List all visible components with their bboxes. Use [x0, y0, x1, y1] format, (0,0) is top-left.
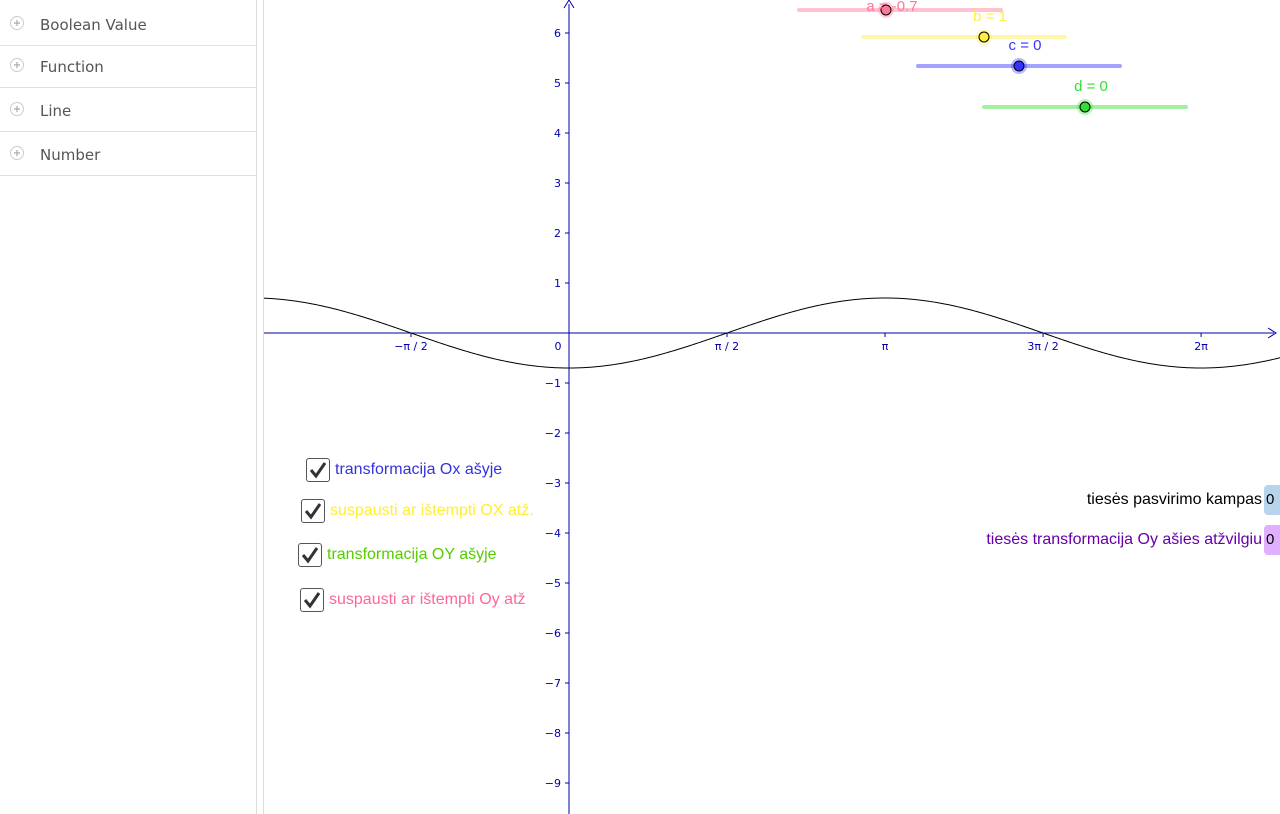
expand-plus-icon[interactable] [10, 58, 24, 72]
x-tick-label: 3π / 2 [1027, 340, 1058, 353]
input-pasvirimo-kampas: tiesės pasvirimo kampas 0 [1087, 485, 1280, 515]
slider-a[interactable]: a = -0.7 [797, 0, 1003, 18]
checkmark-icon [301, 547, 319, 564]
algebra-item-line[interactable]: Line [0, 88, 256, 132]
y-tick-label: −3 [545, 477, 561, 490]
y-tick-label: −5 [545, 577, 561, 590]
algebra-item-label: Function [40, 58, 104, 76]
y-tick-label: 1 [554, 277, 561, 290]
y-tick-label: −1 [545, 377, 561, 390]
input-label: tiesės pasvirimo kampas [1086, 491, 1262, 508]
checkmark-icon [309, 462, 327, 479]
checkbox-label: suspausti ar ištempti Oy atž [329, 591, 526, 608]
y-tick-label: 3 [554, 177, 561, 190]
slider-c[interactable]: c = 0 [916, 37, 1122, 74]
expand-plus-icon[interactable] [10, 16, 24, 30]
y-tick-label: 4 [554, 127, 561, 140]
y-tick-label: 5 [554, 77, 561, 90]
algebra-item-number[interactable]: Number [0, 132, 256, 176]
x-tick-label: −π / 2 [394, 340, 428, 353]
slider-label: d = 0 [1074, 78, 1108, 95]
sliders: a = -0.7 b = 1c = 0 d = 0 [797, 0, 1188, 115]
y-tick-label: −7 [545, 677, 561, 690]
view-divider-handle[interactable] [256, 0, 264, 814]
checkbox-transformacija-oy[interactable]: transformacija OY ašyje [298, 543, 497, 567]
checkbox-label: transformacija OY ašyje [327, 546, 497, 563]
input-label: tiesės transformacija Oy ašies atžvilgiu [986, 531, 1262, 548]
algebra-item-label: Number [40, 146, 101, 164]
checkbox-suspausti-oy[interactable]: suspausti ar ištempti Oy atž [300, 588, 526, 612]
algebra-sidebar: Boolean Value Function Line Number [0, 0, 256, 814]
graphics-view[interactable]: −3π / 2−π−π / 20π / 2π3π / 22π5π / 23π7π… [264, 0, 1280, 814]
slider-d[interactable]: d = 0 [982, 78, 1188, 115]
checkbox-suspausti-ox[interactable]: suspausti ar ištempti OX atž. [301, 499, 534, 523]
x-ticks: −3π / 2−π−π / 20π / 2π3π / 22π5π / 23π7π… [394, 333, 1208, 353]
y-tick-label: −2 [545, 427, 561, 440]
slider-label: c = 0 [1009, 37, 1042, 54]
x-tick-label: π [882, 340, 889, 353]
slider-label: a = -0.7 [866, 0, 917, 15]
checkbox-label: suspausti ar ištempti OX atž. [330, 502, 534, 519]
y-ticks: 6 5 4 3 2 1 −1 −2 −3 −4 −5 −6 −7 −8 −9 [545, 27, 569, 790]
algebra-item-label: Boolean Value [40, 16, 147, 34]
graph-canvas[interactable]: −3π / 2−π−π / 20π / 2π3π / 22π5π / 23π7π… [264, 0, 1280, 814]
slider-knob[interactable] [1079, 101, 1091, 113]
checkmark-icon [304, 503, 322, 520]
input-transformacija-oy: tiesės transformacija Oy ašies atžvilgiu… [986, 525, 1280, 555]
checkbox-transformacija-ox[interactable]: transformacija Ox ašyje [306, 458, 502, 482]
y-tick-label: 2 [554, 227, 561, 240]
y-tick-label: −6 [545, 627, 561, 640]
checkbox-box[interactable] [298, 543, 322, 567]
slider-knob[interactable] [1013, 60, 1025, 72]
slider-label: b = 1 [973, 8, 1007, 25]
algebra-item-label: Line [40, 102, 72, 120]
axes: −3π / 2−π−π / 20π / 2π3π / 22π5π / 23π7π… [264, 0, 1277, 814]
y-tick-label: −8 [545, 727, 561, 740]
checkbox-box[interactable] [301, 499, 325, 523]
angle-input-field[interactable]: 0 [1264, 485, 1280, 515]
expand-plus-icon[interactable] [10, 102, 24, 116]
checkbox-label: transformacija Ox ašyje [335, 461, 503, 478]
x-tick-label: π / 2 [715, 340, 739, 353]
slider-knob[interactable] [978, 31, 990, 43]
checkbox-box[interactable] [306, 458, 330, 482]
transform-input-field[interactable]: 0 [1264, 525, 1280, 555]
x-tick-label: 0 [555, 340, 562, 353]
checkbox-box[interactable] [300, 588, 324, 612]
y-tick-label: −9 [545, 777, 561, 790]
x-tick-label: 2π [1194, 340, 1208, 353]
algebra-item-function[interactable]: Function [0, 44, 256, 88]
expand-plus-icon[interactable] [10, 146, 24, 160]
checkmark-icon [303, 592, 321, 609]
y-tick-label: −4 [545, 527, 561, 540]
y-tick-label: 6 [554, 27, 561, 40]
algebra-item-boolean-value[interactable]: Boolean Value [0, 2, 256, 46]
